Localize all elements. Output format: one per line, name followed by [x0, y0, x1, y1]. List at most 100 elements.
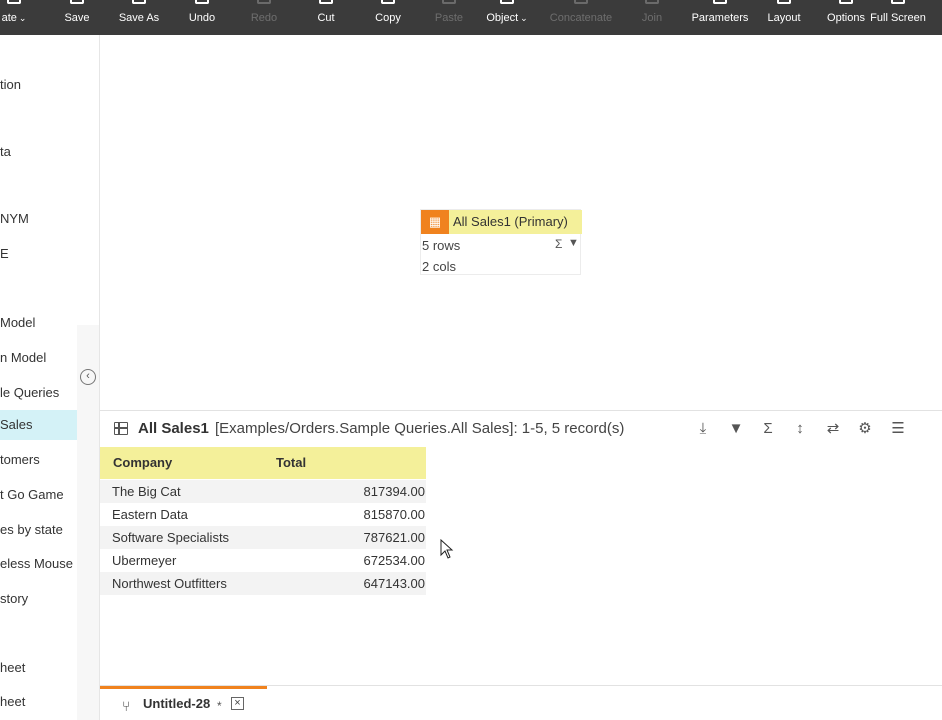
columns-icon[interactable]: ☰	[888, 419, 908, 439]
cell-company: Northwest Outfitters	[112, 576, 227, 591]
sum-icon[interactable]: Σ	[758, 419, 778, 439]
toolbar-button-full-screen[interactable]: Full Screen	[869, 0, 927, 35]
sidebar-item[interactable]: le Queries	[0, 378, 77, 408]
toolbar-button-cut[interactable]: Cut	[308, 0, 344, 35]
table-row[interactable]: Eastern Data 815870.00	[100, 503, 426, 526]
cell-total: 672534.00	[363, 553, 425, 568]
filter-icon[interactable]: ▼	[726, 419, 746, 439]
tab-label: Untitled-28	[143, 696, 211, 711]
toolbar-button-layout[interactable]: Layout	[760, 0, 808, 35]
sidebar-item[interactable]: n Model	[0, 343, 77, 373]
filter-icon[interactable]: ▼	[568, 237, 579, 249]
toolbar-button-save-as[interactable]: Save As	[114, 0, 164, 35]
modified-indicator: *	[217, 699, 222, 713]
tab-untitled[interactable]: ⑂ Untitled-28 * ×	[100, 686, 267, 720]
close-icon[interactable]: ×	[231, 697, 244, 710]
chevron-down-icon: ⌄	[520, 13, 528, 23]
toolbar-label: Object ⌄	[486, 12, 528, 24]
worksheet-icon: ⑂	[122, 698, 131, 714]
sum-icon[interactable]: Σ	[555, 237, 562, 251]
toolbar-label: Cut	[317, 12, 335, 24]
query-node[interactable]: ▦ All Sales1 (Primary) 5 rows 2 cols Σ ▼	[420, 209, 582, 275]
sidebar-item[interactable]: tion	[0, 70, 77, 100]
node-header[interactable]: ▦ All Sales1 (Primary)	[421, 210, 582, 234]
sidebar-item[interactable]: eless Mouse	[0, 549, 77, 579]
toolbar-label: Layout	[767, 12, 801, 24]
paste-icon	[442, 0, 456, 4]
toolbar-label: Paste	[434, 12, 464, 24]
cell-company: The Big Cat	[112, 484, 181, 499]
download-icon[interactable]: ⤓	[693, 419, 713, 439]
options-icon	[839, 0, 853, 4]
copy-icon	[381, 0, 395, 4]
toolbar-button-redo[interactable]: Redo	[244, 0, 284, 35]
node-cols: 2 cols	[422, 259, 456, 274]
cell-company: Eastern Data	[112, 507, 188, 522]
sidebar-item[interactable]: NYM	[0, 204, 77, 234]
node-title: All Sales1 (Primary)	[453, 214, 568, 229]
sidebar-item[interactable]: Model	[0, 308, 77, 338]
sidebar-item[interactable]: heet	[0, 653, 77, 683]
toolbar-label: Concatenate	[549, 12, 613, 24]
sidebar-item[interactable]: ta	[0, 137, 77, 167]
table-row[interactable]: Software Specialists 787621.00	[100, 526, 426, 549]
toolbar-button-parameters[interactable]: Parameters	[689, 0, 751, 35]
toolbar-button-paste[interactable]: Paste	[429, 0, 469, 35]
toolbar-button-concatenate[interactable]: Concatenate	[545, 0, 617, 35]
column-header-company[interactable]: Company	[100, 447, 275, 479]
cell-total: 647143.00	[363, 576, 425, 591]
full-screen-icon	[891, 0, 905, 4]
toolbar-button-undo[interactable]: Undo	[182, 0, 222, 35]
cut-icon	[319, 0, 333, 4]
toolbar-button-object[interactable]: Object ⌄	[479, 0, 535, 35]
layout-icon	[777, 0, 791, 4]
column-header-total[interactable]: Total	[275, 447, 426, 479]
table-row[interactable]: The Big Cat 817394.00	[100, 480, 426, 503]
sidebar-item[interactable]: es by state	[0, 515, 77, 545]
mouse-cursor-icon	[440, 539, 454, 559]
toolbar-label: ate ⌄	[1, 12, 27, 24]
sidebar-item[interactable]: E	[0, 239, 77, 269]
grid-icon	[114, 422, 128, 435]
toolbar-button-ate[interactable]: ate ⌄	[0, 0, 34, 35]
collapse-sidebar-button[interactable]: ‹	[80, 369, 96, 385]
toolbar-button-join[interactable]: Join	[632, 0, 672, 35]
cell-total: 787621.00	[363, 530, 425, 545]
toolbar-label: Copy	[375, 12, 401, 24]
toolbar-button-copy[interactable]: Copy	[368, 0, 408, 35]
table-row[interactable]: Northwest Outfitters 647143.00	[100, 572, 426, 595]
join-icon	[645, 0, 659, 4]
concatenate-icon	[574, 0, 588, 4]
toolbar-label: Save	[64, 12, 90, 24]
save-icon	[70, 0, 84, 4]
toolbar-button-save[interactable]: Save	[57, 0, 97, 35]
toolbar-label: Options	[827, 12, 865, 24]
table-icon: ▦	[421, 210, 449, 234]
toolbar-button-options[interactable]: Options	[825, 0, 867, 35]
sidebar-item[interactable]: Sales	[0, 410, 77, 440]
chevron-down-icon: ⌄	[18, 13, 27, 23]
undo-icon	[195, 0, 209, 4]
sidebar: ‹ tion ta NYM E Model n Model le Queries Sales t…	[0, 35, 100, 720]
sidebar-item[interactable]: heet	[0, 687, 77, 717]
sidebar-item[interactable]: tomers	[0, 445, 77, 475]
redo-icon	[257, 0, 271, 4]
save-as-icon	[132, 0, 146, 4]
node-rows: 5 rows	[422, 238, 461, 253]
toolbar-label: Save As	[118, 12, 160, 24]
table-row[interactable]: Ubermeyer 672534.00	[100, 549, 426, 572]
toolbar-label: Undo	[188, 12, 216, 24]
parameters-icon	[713, 0, 727, 4]
result-path: [Examples/Orders.Sample Queries.All Sale…	[215, 420, 625, 437]
sort-icon[interactable]: ↕	[790, 419, 810, 439]
swap-icon[interactable]: ⇄	[823, 419, 843, 439]
canvas[interactable]: ▦ All Sales1 (Primary) 5 rows 2 cols Σ ▼	[100, 35, 942, 410]
result-header: All Sales1 [Examples/Orders.Sample Queri…	[100, 411, 942, 447]
sidebar-item[interactable]: t Go Game	[0, 480, 77, 510]
cell-total: 817394.00	[363, 484, 425, 499]
sidebar-item[interactable]: story	[0, 584, 77, 614]
settings-icon[interactable]: ⚙	[855, 419, 875, 439]
result-title: All Sales1	[138, 420, 209, 437]
toolbar-label: Redo	[250, 12, 278, 24]
bottom-tab-bar: ⑂ Untitled-28 * ×	[100, 685, 942, 720]
